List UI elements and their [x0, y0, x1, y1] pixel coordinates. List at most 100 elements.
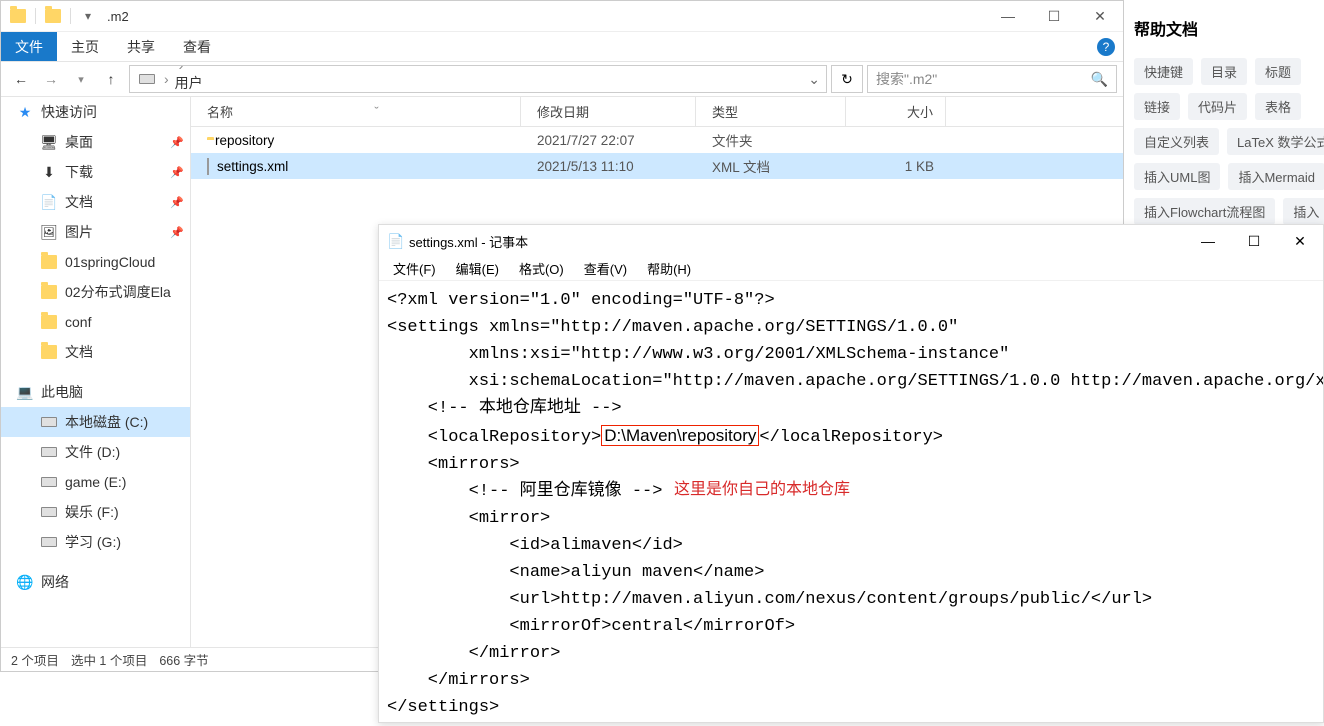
column-type[interactable]: 类型 [696, 97, 846, 126]
help-tag[interactable]: 插入Flowchart流程图 [1134, 198, 1275, 225]
np-menu-file[interactable]: 文件(F) [385, 259, 444, 278]
nav-back-button[interactable]: ← [7, 65, 35, 93]
maximize-button[interactable]: ☐ [1031, 1, 1077, 31]
sidebar-drive[interactable]: game (E:) [1, 467, 190, 497]
ribbon-tab-home[interactable]: 主页 [57, 32, 113, 61]
address-dropdown-icon[interactable]: ⌄ [808, 71, 820, 88]
sidebar-drive[interactable]: 学习 (G:) [1, 527, 190, 557]
drive-icon [41, 474, 57, 490]
drive-icon [41, 444, 57, 460]
sort-indicator-icon: ˇ [374, 104, 378, 119]
help-tag[interactable]: 表格 [1255, 93, 1301, 120]
sidebar-item[interactable]: 🖼图片📌 [1, 217, 190, 247]
np-menu-edit[interactable]: 编辑(E) [448, 259, 507, 278]
refresh-button[interactable]: ↻ [831, 65, 863, 93]
column-date[interactable]: 修改日期 [521, 97, 696, 126]
help-tag[interactable]: 代码片 [1188, 93, 1247, 120]
help-tag[interactable]: LaTeX 数学公式 [1227, 128, 1324, 155]
drive-icon [41, 534, 57, 550]
status-selected: 选中 1 个项目 [71, 650, 147, 669]
sidebar-item[interactable]: 🖥桌面📌 [1, 127, 190, 157]
desktop-icon: 🖥 [41, 134, 57, 150]
sidebar-item[interactable]: 01springCloud [1, 247, 190, 277]
nav-recent-button[interactable]: ▾ [67, 65, 95, 93]
column-name[interactable]: 名称ˇ [191, 97, 521, 126]
nav-forward-button[interactable]: → [37, 65, 65, 93]
help-tag[interactable]: 链接 [1134, 93, 1180, 120]
sidebar-item[interactable]: conf [1, 307, 190, 337]
np-menu-format[interactable]: 格式(O) [511, 259, 572, 278]
quick-dropdown-icon[interactable]: ▾ [77, 5, 99, 27]
notepad-title: settings.xml - 记事本 [409, 232, 528, 251]
pin-icon: 📌 [170, 226, 184, 239]
status-bytes: 666 字节 [159, 650, 208, 669]
help-doc-title: 帮助文档 [1124, 8, 1324, 54]
status-item-count: 2 个项目 [11, 650, 59, 669]
chevron-right-icon[interactable]: › [175, 65, 188, 73]
drive-icon [41, 414, 57, 430]
ribbon-tab-file[interactable]: 文件 [1, 32, 57, 61]
column-size[interactable]: 大小 [846, 97, 946, 126]
sidebar-this-pc[interactable]: 💻 此电脑 [1, 377, 190, 407]
np-menu-help[interactable]: 帮助(H) [639, 259, 699, 278]
help-tag[interactable]: 自定义列表 [1134, 128, 1219, 155]
ribbon: 文件 主页 共享 查看 ? [1, 31, 1123, 61]
pin-icon: 📌 [170, 136, 184, 149]
pin-icon: 📌 [170, 166, 184, 179]
help-tag[interactable]: 插入Mermaid [1228, 163, 1324, 190]
close-button[interactable]: ✕ [1077, 1, 1123, 31]
sidebar-network[interactable]: 🌐 网络 [1, 567, 190, 597]
np-minimize-button[interactable]: — [1185, 225, 1231, 257]
breadcrumb-segment[interactable]: 用户 [175, 73, 258, 93]
sidebar-item[interactable]: 文档 [1, 337, 190, 367]
help-tag[interactable]: 目录 [1201, 58, 1247, 85]
star-icon: ★ [17, 104, 33, 120]
explorer-titlebar[interactable]: ▾ .m2 — ☐ ✕ [1, 1, 1123, 31]
file-row[interactable]: repository2021/7/27 22:07文件夹 [191, 127, 1123, 153]
drive-icon [41, 504, 57, 520]
help-icon[interactable]: ? [1097, 38, 1115, 56]
np-maximize-button[interactable]: ☐ [1231, 225, 1277, 257]
notepad-window: 📄 settings.xml - 记事本 — ☐ ✕ 文件(F) 编辑(E) 格… [378, 224, 1324, 723]
drive-icon [136, 68, 158, 90]
chevron-right-icon[interactable]: › [160, 71, 173, 87]
sidebar-item[interactable]: ⬇下载📌 [1, 157, 190, 187]
file-row[interactable]: settings.xml2021/5/13 11:10XML 文档1 KB [191, 153, 1123, 179]
pic-icon: 🖼 [41, 224, 57, 240]
folder-icon [41, 254, 57, 270]
sidebar-quick-access[interactable]: ★ 快速访问 [1, 97, 190, 127]
pin-icon: 📌 [170, 196, 184, 209]
search-placeholder: 搜索".m2" [876, 69, 937, 89]
help-tag[interactable]: 插入UML图 [1134, 163, 1220, 190]
pc-icon: 💻 [17, 384, 33, 400]
nav-up-button[interactable]: ↑ [97, 65, 125, 93]
sidebar-drive[interactable]: 本地磁盘 (C:) [1, 407, 190, 437]
annotation-text: 这里是你自己的本地仓库 [674, 475, 850, 499]
notepad-icon: 📄 [387, 233, 403, 249]
folder-icon [41, 314, 57, 330]
minimize-button[interactable]: — [985, 1, 1031, 31]
notepad-titlebar[interactable]: 📄 settings.xml - 记事本 — ☐ ✕ [379, 225, 1323, 257]
help-tag[interactable]: 标题 [1255, 58, 1301, 85]
sidebar-item[interactable]: 02分布式调度Ela [1, 277, 190, 307]
search-input[interactable]: 搜索".m2" 🔍 [867, 65, 1117, 93]
search-icon[interactable]: 🔍 [1091, 71, 1108, 88]
help-tag[interactable]: 快捷键 [1134, 58, 1193, 85]
address-bar[interactable]: › 此电脑›本地磁盘 (C:)›用户›Administrator›.m2 ⌄ [129, 65, 827, 93]
np-menu-view[interactable]: 查看(V) [576, 259, 635, 278]
doc-icon: 📄 [41, 194, 57, 210]
sidebar-drive[interactable]: 文件 (D:) [1, 437, 190, 467]
sidebar-item[interactable]: 📄文档📌 [1, 187, 190, 217]
ribbon-tab-view[interactable]: 查看 [169, 32, 225, 61]
folder-icon [41, 344, 57, 360]
sidebar[interactable]: ★ 快速访问 🖥桌面📌⬇下载📌📄文档📌🖼图片📌01springCloud02分布… [1, 97, 191, 647]
quick-folder-icon[interactable] [42, 5, 64, 27]
sidebar-drive[interactable]: 娱乐 (F:) [1, 497, 190, 527]
help-tag[interactable]: 插入 [1283, 198, 1324, 225]
notepad-menu: 文件(F) 编辑(E) 格式(O) 查看(V) 帮助(H) [379, 257, 1323, 281]
ribbon-tab-share[interactable]: 共享 [113, 32, 169, 61]
np-close-button[interactable]: ✕ [1277, 225, 1323, 257]
notepad-content[interactable]: <?xml version="1.0" encoding="UTF-8"?> <… [379, 281, 1323, 726]
navbar: ← → ▾ ↑ › 此电脑›本地磁盘 (C:)›用户›Administrator… [1, 61, 1123, 97]
network-icon: 🌐 [17, 574, 33, 590]
